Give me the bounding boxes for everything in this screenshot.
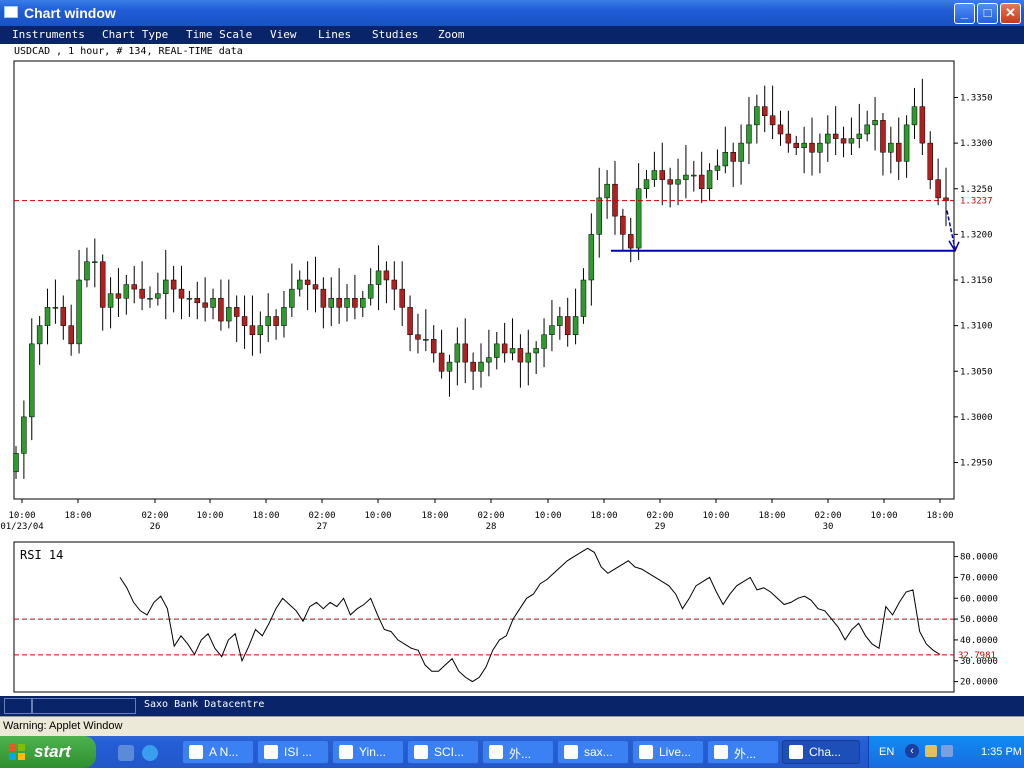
price-y-tick-label: 1.3250 [960,185,993,195]
price-x-tick-label: 10:00 [870,511,897,521]
window-titlebar[interactable]: Chart window _ □ ✕ [0,0,1024,26]
price-y-tick-label: 1.3050 [960,367,993,377]
menu-studies[interactable]: Studies [372,28,418,41]
start-label: start [34,742,71,761]
rsi-y-tick-label: 50.0000 [960,615,998,625]
price-y-axis: 1.3350 1.3300 1.3250 1.3200 1.3150 1.3100 1.30… [954,94,993,469]
browser-icon [789,745,803,759]
task-item[interactable]: sax... [557,740,629,764]
menu-lines[interactable]: Lines [318,28,351,41]
instrument-info-bar: USDCAD , 1 hour, # 134, REAL-TIME data [0,44,1024,60]
close-button[interactable]: ✕ [1000,3,1021,24]
price-x-tick-label: 18:00 [758,511,785,521]
word-icon [414,745,428,759]
tray-network-icon[interactable] [941,745,953,757]
price-x-tick-label: 10:00 [364,511,391,521]
browser-icon [564,745,578,759]
price-x-tick-label: 18:00 [252,511,279,521]
rsi-y-tick-label: 80.0000 [960,553,998,563]
messenger-icon [339,745,353,759]
task-item[interactable]: A N... [182,740,254,764]
price-y-tick-label: 1.3350 [960,94,993,104]
window-title: Chart window [24,5,116,21]
system-tray: EN ‹ 1:35 PM [868,736,1024,768]
task-item[interactable]: 外... [482,740,554,764]
task-item[interactable]: ISI ... [257,740,329,764]
chevron-left-icon[interactable]: ‹ [905,744,919,758]
price-x-tick-label: 10:00 [702,511,729,521]
rsi-y-axis: 80.000070.000060.000050.000040.000030.00… [954,553,998,688]
language-indicator[interactable]: EN [879,746,894,758]
task-item-chart[interactable]: Cha... [782,740,860,764]
internet-explorer-icon[interactable] [142,745,158,761]
price-x-tick-label: 10:00 [8,511,35,521]
price-level-label: 1.3237 [960,197,993,207]
price-date-label: 01/23/04 [0,522,43,532]
price-date-label: 28 [486,522,497,532]
status-icon-cell[interactable] [4,698,32,714]
rsi-y-tick-label: 40.0000 [960,636,998,646]
rsi-y-tick-label: 20.0000 [960,678,998,688]
price-x-axis: 10:00 18:00 02:00 10:00 18:00 02:00 10:00 18:00… [0,499,954,532]
menu-chart-type[interactable]: Chart Type [102,28,168,41]
price-x-tick-label: 02:00 [141,511,168,521]
menu-zoom[interactable]: Zoom [438,28,465,41]
start-button[interactable]: start [0,736,96,768]
browser-icon [489,745,503,759]
price-y-tick-label: 1.3300 [960,139,993,149]
price-x-tick-label: 02:00 [477,511,504,521]
rsi-y-tick-label: 70.0000 [960,573,998,583]
data-source-label: Saxo Bank Datacentre [144,699,265,710]
price-x-tick-label: 18:00 [590,511,617,521]
task-item[interactable]: Live... [632,740,704,764]
task-item[interactable]: Yin... [332,740,404,764]
price-x-tick-label: 10:00 [534,511,561,521]
browser-icon [639,745,653,759]
maximize-button[interactable]: □ [977,3,998,24]
task-item[interactable]: SCI... [407,740,479,764]
menu-time-scale[interactable]: Time Scale [186,28,252,41]
clock: 1:35 PM [981,746,1022,758]
price-x-tick-label: 18:00 [64,511,91,521]
price-x-tick-label: 02:00 [646,511,673,521]
minimize-button[interactable]: _ [954,3,975,24]
browser-icon [714,745,728,759]
tray-app-icon[interactable] [925,745,937,757]
menu-instruments[interactable]: Instruments [12,28,85,41]
menu-bar: Instruments Chart Type Time Scale View L… [0,26,1024,44]
browser-icon [264,745,278,759]
applet-warning-bar: Warning: Applet Window [0,716,1024,736]
rsi-last-label: 32.7981 [958,651,996,661]
price-x-tick-label: 18:00 [926,511,953,521]
price-chart-frame [13,60,955,500]
menu-view[interactable]: View [270,28,297,41]
windows-flag-icon [9,744,25,760]
price-y-tick-label: 1.3150 [960,276,993,286]
price-date-label: 27 [317,522,328,532]
price-x-tick-label: 18:00 [421,511,448,521]
word-icon [189,745,203,759]
chart-area[interactable]: 1.3350 1.3300 1.3250 1.3200 1.3150 1.3100 1.30… [0,60,1024,696]
status-bar: Saxo Bank Datacentre [0,696,1024,716]
price-y-tick-label: 1.3000 [960,413,993,423]
price-y-tick-label: 1.3200 [960,230,993,240]
task-item[interactable]: 外... [707,740,779,764]
price-date-label: 30 [823,522,834,532]
price-x-tick-label: 02:00 [308,511,335,521]
rsi-title: RSI 14 [20,548,63,562]
window-app-icon [4,6,18,18]
applet-warning-text: Warning: Applet Window [3,720,123,732]
price-y-tick-label: 1.2950 [960,459,993,469]
price-date-label: 29 [655,522,666,532]
price-x-tick-label: 10:00 [196,511,223,521]
status-cell [32,698,136,714]
price-y-tick-label: 1.3100 [960,322,993,332]
price-x-tick-label: 02:00 [814,511,841,521]
rsi-y-tick-label: 60.0000 [960,594,998,604]
price-date-label: 26 [150,522,161,532]
show-desktop-icon[interactable] [118,745,134,761]
taskbar: start A N... ISI ... Yin... SCI... 外... … [0,736,1024,768]
instrument-info: USDCAD , 1 hour, # 134, REAL-TIME data [14,46,243,57]
